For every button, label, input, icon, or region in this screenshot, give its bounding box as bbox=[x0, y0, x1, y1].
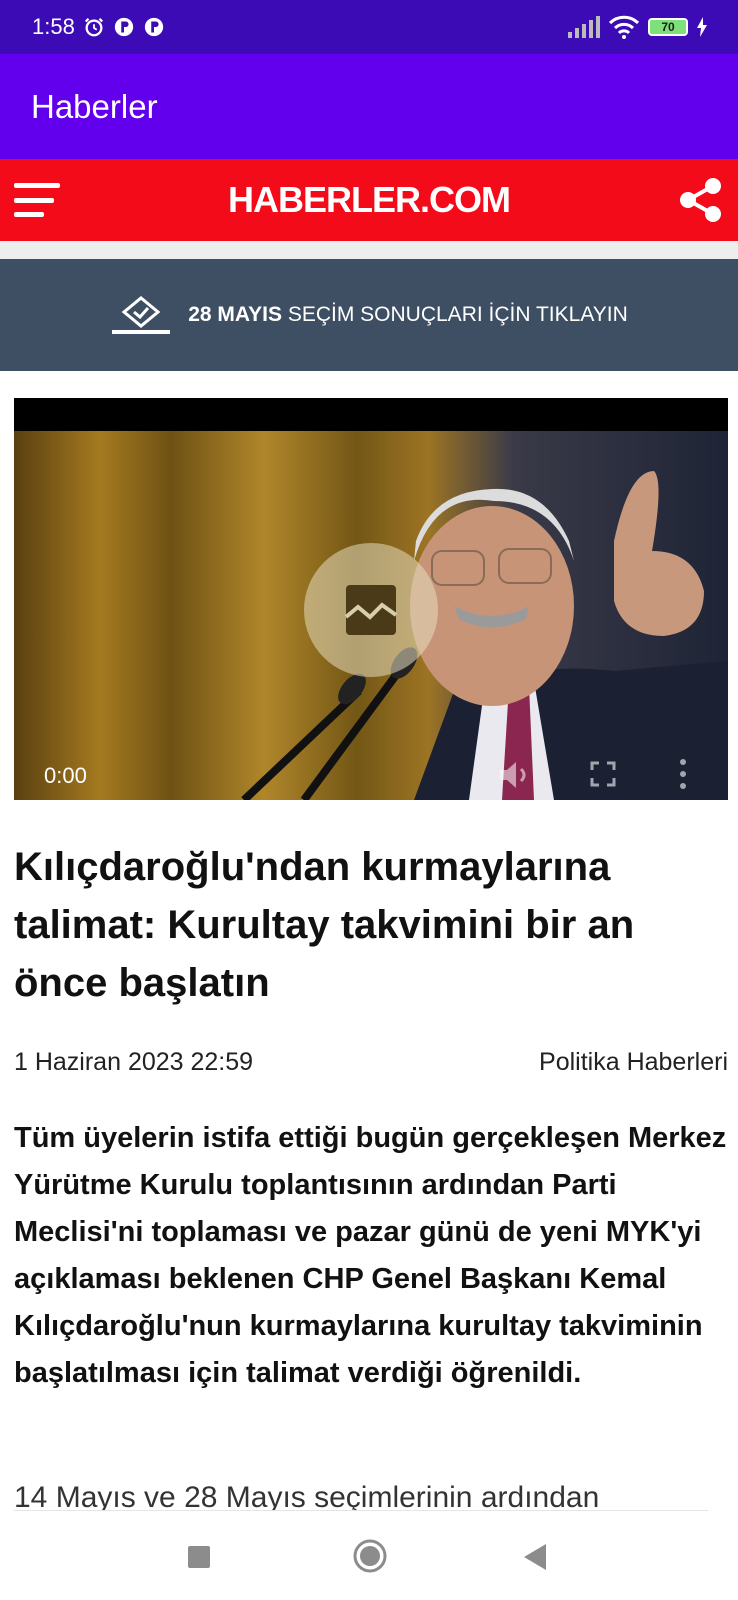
hamburger-menu-icon[interactable] bbox=[14, 183, 60, 217]
charging-icon bbox=[697, 17, 707, 37]
app-notification-icon bbox=[114, 17, 133, 37]
video-player[interactable]: 0:00 bbox=[14, 398, 728, 800]
app-notification-icon bbox=[144, 17, 163, 37]
article-date: 1 Haziran 2023 22:59 bbox=[14, 1048, 254, 1076]
article-lead: Tüm üyelerin istifa ettiği bugün gerçekl… bbox=[14, 1122, 727, 1389]
mute-icon[interactable] bbox=[498, 760, 532, 790]
fullscreen-icon[interactable] bbox=[590, 761, 616, 787]
image-placeholder-icon bbox=[344, 585, 398, 635]
image-placeholder-button[interactable] bbox=[304, 543, 438, 677]
banner-label: SEÇİM SONUÇLARI İÇİN TIKLAYIN bbox=[287, 303, 628, 326]
wifi-icon bbox=[608, 15, 640, 39]
status-left: 1:58 bbox=[32, 14, 165, 40]
banner-text: 28 MAYIS SEÇİM SONUÇLARI İÇİN TIKLAYIN bbox=[188, 303, 628, 327]
election-results-banner[interactable]: 28 MAYIS SEÇİM SONUÇLARI İÇİN TIKLAYIN bbox=[0, 259, 738, 371]
divider-strip bbox=[0, 241, 738, 259]
back-icon[interactable] bbox=[520, 1542, 548, 1572]
battery-icon: 70 bbox=[648, 18, 688, 36]
site-header: HABERLER.COM bbox=[0, 159, 738, 241]
banner-date: 28 MAYIS bbox=[188, 303, 282, 326]
recent-apps-icon[interactable] bbox=[188, 1546, 210, 1568]
share-icon[interactable] bbox=[678, 177, 724, 223]
status-right: 70 bbox=[568, 15, 708, 39]
status-bar: 1:58 70 bbox=[0, 0, 738, 54]
signal-icon bbox=[568, 16, 600, 38]
alarm-icon bbox=[84, 17, 103, 37]
ballot-box-icon bbox=[112, 296, 171, 334]
video-time: 0:00 bbox=[44, 763, 87, 788]
article-headline: Kılıçdaroğlu'ndan kurmaylarına talimat: … bbox=[14, 845, 635, 1005]
status-time: 1:58 bbox=[32, 14, 75, 39]
app-title: Haberler bbox=[31, 87, 158, 125]
home-icon[interactable] bbox=[352, 1538, 388, 1574]
article-category[interactable]: Politika Haberleri bbox=[539, 1048, 728, 1077]
site-logo: HABERLER.COM bbox=[228, 179, 511, 220]
article-meta: 1 Haziran 2023 22:59 Politika Haberleri bbox=[14, 1048, 728, 1077]
app-bar: Haberler bbox=[0, 54, 738, 159]
more-vert-icon[interactable] bbox=[678, 758, 688, 790]
